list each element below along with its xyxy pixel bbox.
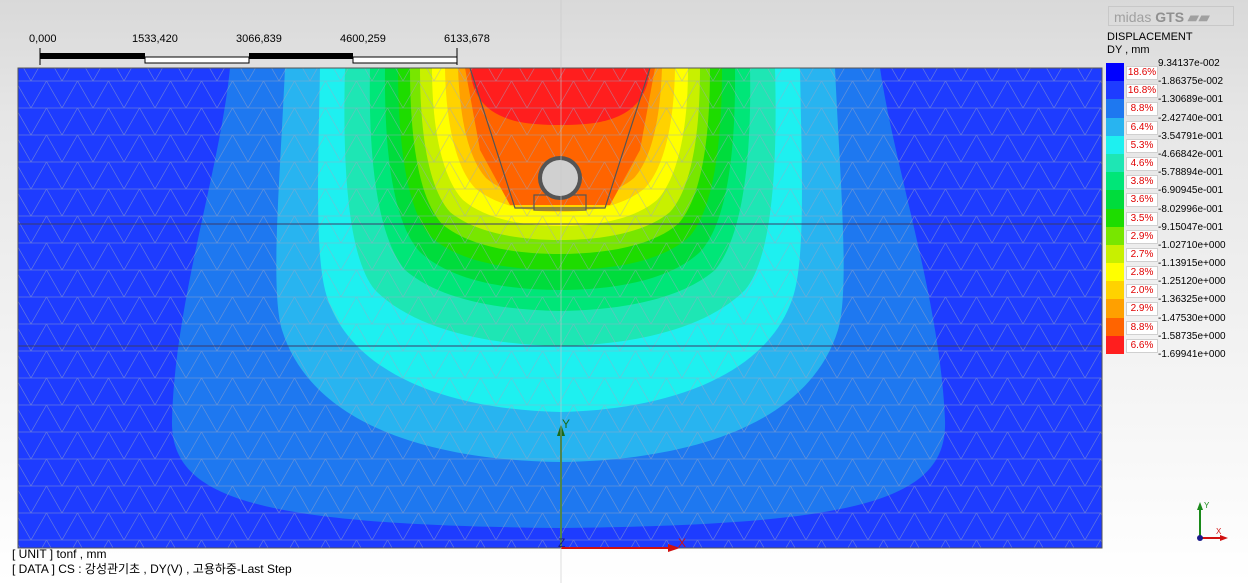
legend-value: -9.15047e-001 — [1158, 221, 1224, 233]
legend-value: -8.02996e-001 — [1158, 203, 1224, 215]
unit-line: [ UNIT ] tonf , mm — [12, 547, 107, 561]
legend-value: -1.86375e-002 — [1158, 76, 1224, 88]
legend-percent: 2.8% — [1126, 266, 1158, 281]
svg-text:Y: Y — [1204, 501, 1210, 510]
legend-percent: 5.3% — [1126, 138, 1158, 153]
legend-value: -1.36325e+000 — [1158, 294, 1226, 306]
pipe — [542, 160, 578, 196]
legend-value: -1.58735e+000 — [1158, 330, 1226, 342]
legend-value: -2.42740e-001 — [1158, 112, 1224, 124]
legend-value: -1.13915e+000 — [1158, 258, 1226, 270]
legend-percent: 16.8% — [1126, 84, 1158, 99]
legend-percent: 8.8% — [1126, 102, 1158, 117]
legend-value: -1.25120e+000 — [1158, 276, 1226, 288]
legend-swatch — [1106, 99, 1124, 118]
legend-percent: 2.7% — [1126, 247, 1158, 262]
legend-percent: 2.0% — [1126, 284, 1158, 299]
svg-text:X: X — [1216, 527, 1222, 536]
legend-value: 9.34137e-002 — [1158, 58, 1220, 69]
scale-label-2: 3066,839 — [236, 33, 282, 45]
legend-percent: 8.8% — [1126, 320, 1158, 335]
legend-value: -3.54791e-001 — [1158, 130, 1224, 142]
legend-swatch — [1106, 190, 1124, 209]
legend-percent: 2.9% — [1126, 302, 1158, 317]
legend-swatch — [1106, 117, 1124, 136]
legend-swatch — [1106, 81, 1124, 100]
legend-swatch — [1106, 244, 1124, 264]
legend-swatch — [1106, 153, 1124, 173]
legend-subtitle: DY , mm — [1107, 44, 1150, 56]
legend-value: -4.66842e-001 — [1158, 148, 1224, 160]
scale-label-3: 4600,259 — [340, 33, 386, 45]
legend-percent: 6.6% — [1126, 338, 1158, 353]
legend-swatch — [1106, 63, 1124, 82]
legend-header: DISPLACEMENT DY , mm — [1107, 31, 1193, 57]
logo-text: midas — [1114, 9, 1152, 25]
legend-value: -1.02710e+000 — [1158, 239, 1226, 251]
legend-percent: 2.9% — [1126, 229, 1158, 244]
legend-value: -1.30689e-001 — [1158, 94, 1224, 106]
legend-swatch — [1106, 208, 1124, 227]
legend-swatch — [1106, 226, 1124, 245]
legend-percent: 3.6% — [1126, 193, 1158, 208]
legend-swatch — [1106, 317, 1124, 336]
axis-x-label: X — [678, 536, 686, 550]
scale-label-0: 0,000 — [29, 33, 57, 45]
legend-swatch — [1106, 281, 1124, 300]
legend-swatch — [1106, 299, 1124, 318]
axis-z-label: Z — [558, 536, 565, 550]
axis-y-label: Y — [562, 417, 570, 431]
legend-percent: 6.4% — [1126, 120, 1158, 135]
legend-value: -5.78894e-001 — [1158, 167, 1224, 179]
contour-plot: Y X Z — [17, 0, 1103, 583]
contour-legend: 18.6% 9.34137e-002 16.8% -1.86375e-002 8.8% -… — [1106, 58, 1246, 360]
legend-percent: 3.8% — [1126, 175, 1158, 190]
mini-axis-triad: Y X — [1197, 501, 1228, 541]
model-viewport[interactable]: Y X Z 0,000 1533,420 3066,839 4600,259 6… — [0, 0, 1248, 583]
app-logo: midas GTS ▰▰ — [1108, 6, 1234, 26]
legend-value-last: -1.69941e+000 — [1158, 349, 1226, 361]
status-info: [ UNIT ] tonf , mm [ DATA ] CS : 강성관기초 ,… — [12, 547, 292, 577]
legend-swatch — [1106, 135, 1124, 154]
legend-value: -6.90945e-001 — [1158, 185, 1224, 197]
scale-bar — [39, 48, 458, 65]
logo-stripes-icon: ▰▰ — [1187, 9, 1210, 25]
scale-label-1: 1533,420 — [132, 33, 178, 45]
legend-value: -1.47530e+000 — [1158, 312, 1226, 324]
legend-swatch — [1106, 263, 1124, 282]
scale-label-4: 6133,678 — [444, 33, 490, 45]
legend-percent: 3.5% — [1126, 211, 1158, 226]
data-line: [ DATA ] CS : 강성관기초 , DY(V) , 고용하중-Last … — [12, 562, 292, 576]
legend-percent: 4.6% — [1126, 156, 1158, 171]
logo-bold: GTS — [1155, 9, 1185, 25]
legend-swatch — [1106, 172, 1124, 191]
legend-percent: 18.6% — [1126, 66, 1158, 80]
legend-swatch — [1106, 335, 1124, 354]
legend-title: DISPLACEMENT — [1107, 31, 1193, 43]
